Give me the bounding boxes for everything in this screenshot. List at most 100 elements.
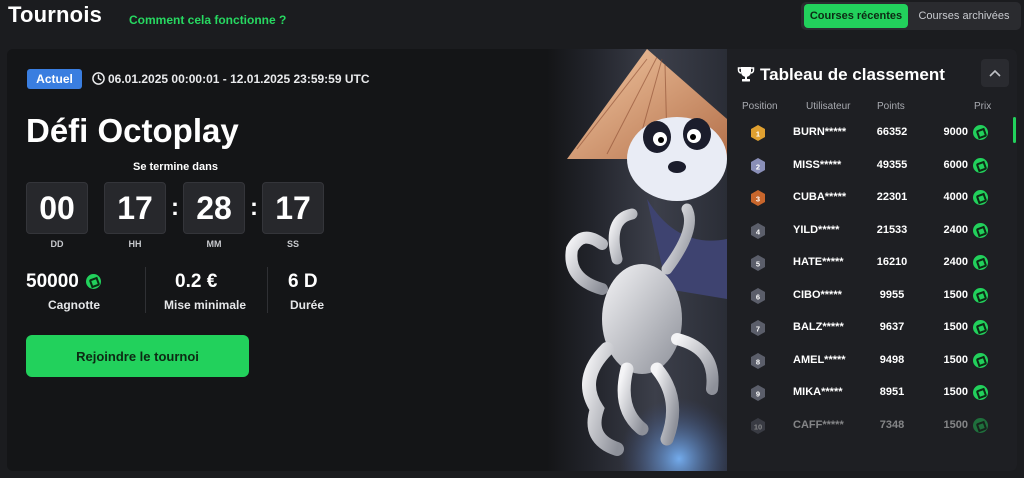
countdown-seconds: 17 (262, 182, 324, 234)
row-prize: 9000 (943, 126, 968, 138)
rank-badge-icon: 3 (751, 190, 765, 206)
rank-badge-icon: 9 (751, 385, 765, 401)
svg-text:5: 5 (756, 259, 760, 268)
row-username: CUBA***** (793, 191, 847, 203)
trophy-icon (737, 67, 755, 82)
collapse-button[interactable] (981, 59, 1009, 87)
tournament-card: Actuel 06.01.2025 00:00:01 - 12.01.2025 … (7, 49, 1017, 471)
rank-badge-icon: 8 (751, 352, 765, 369)
tournament-name: Défi Octoplay (26, 112, 239, 149)
row-username: CIBO***** (793, 288, 842, 301)
rank-badge-icon: 2 (751, 157, 765, 174)
row-points: 8951 (879, 386, 905, 398)
leaderboard-row: 3 CUBA***** 22301 4000 (727, 182, 1017, 214)
leaderboard-row: 9 MIKA***** 8951 1500 (727, 377, 1017, 409)
svg-text:9: 9 (756, 389, 760, 398)
leaderboard-row: 6 CIBO***** 9955 1500 (727, 280, 1017, 312)
coin-icon (86, 274, 102, 290)
leaderboard-row: 7 BALZ***** 9637 1500 (727, 312, 1017, 344)
row-points: 22301 (876, 191, 908, 203)
row-prize: 1500 (943, 353, 968, 366)
leaderboard-row: 5 HATE***** 16210 2400 (727, 247, 1017, 279)
row-username: BURN***** (793, 126, 847, 138)
countdown-seconds-label: SS (286, 239, 299, 249)
rank-badge-icon: 1 (751, 125, 765, 141)
join-tournament-button[interactable]: Rejoindre le tournoi (26, 335, 249, 377)
svg-text:8: 8 (756, 357, 760, 366)
rank-badge-icon: 5 (751, 255, 765, 271)
jackpot-value: 50000 (26, 271, 102, 293)
svg-text:10: 10 (754, 422, 762, 431)
coin-icon (973, 287, 988, 303)
divider (267, 267, 268, 313)
row-prize: 6000 (943, 158, 968, 171)
divider (145, 267, 146, 313)
clock-icon (92, 72, 105, 85)
tab-recent-races[interactable]: Courses récentes (804, 4, 908, 28)
countdown-separator: : (171, 194, 179, 221)
row-username: MIKA***** (793, 386, 843, 398)
column-points: Points (877, 101, 905, 112)
duration-value: 6 D (288, 271, 318, 292)
svg-text:6: 6 (756, 292, 760, 301)
coin-icon (973, 125, 988, 140)
row-points: 49355 (876, 158, 908, 171)
row-points: 21533 (876, 223, 908, 236)
jackpot-amount: 50000 (26, 271, 79, 292)
row-prize: 2400 (943, 223, 968, 236)
row-points: 7348 (879, 418, 905, 431)
coin-icon (973, 255, 988, 270)
rank-badge-icon: 4 (751, 222, 765, 239)
svg-text:7: 7 (756, 324, 760, 333)
column-prize: Prix (974, 101, 992, 112)
coin-icon (973, 417, 988, 433)
leaderboard-row: 8 AMEL***** 9498 1500 (727, 345, 1017, 377)
row-prize: 1500 (943, 288, 968, 301)
countdown-days-label: DD (50, 239, 64, 249)
tab-archived-races[interactable]: Courses archivées (911, 4, 1017, 28)
rank-badge-icon: 10 (751, 417, 765, 434)
row-username: HATE***** (793, 256, 844, 268)
countdown-minutes-label: MM (206, 239, 222, 249)
chevron-up-icon (989, 69, 1001, 77)
leaderboard-row: 10 CAFF***** 7348 1500 (727, 410, 1017, 442)
coin-icon (973, 352, 988, 368)
panda-octopus-illustration (565, 49, 727, 471)
tournament-info: Actuel 06.01.2025 00:00:01 - 12.01.2025 … (7, 49, 547, 471)
min-bet-value: 0.2 € (175, 271, 218, 292)
coin-icon (973, 222, 988, 238)
leaderboard: Tableau de classement Position Utilisate… (727, 49, 1017, 471)
svg-text:1: 1 (756, 129, 760, 138)
row-points: 9955 (879, 288, 905, 301)
leaderboard-title: Tableau de classement (760, 65, 945, 84)
status-badge: Actuel (27, 69, 82, 89)
coin-icon (973, 157, 988, 173)
row-points: 66352 (876, 126, 908, 138)
how-it-works-link[interactable]: Comment cela fonctionne ? (129, 13, 286, 27)
countdown-minutes: 28 (183, 182, 245, 234)
tournament-artwork (547, 49, 727, 471)
row-prize: 2400 (943, 256, 968, 268)
countdown-hours: 17 (104, 182, 166, 234)
countdown-hours-label: HH (128, 239, 142, 249)
countdown-days: 00 (26, 182, 88, 234)
coin-icon (973, 190, 988, 205)
row-prize: 4000 (943, 191, 968, 203)
row-username: AMEL***** (793, 353, 846, 366)
duration-label: Durée (289, 298, 324, 312)
row-prize: 1500 (943, 386, 968, 398)
coin-icon (973, 320, 988, 335)
rank-badge-icon: 6 (751, 287, 765, 304)
row-points: 16210 (876, 256, 908, 268)
coin-icon (973, 385, 988, 400)
min-bet-label: Mise minimale (163, 298, 247, 312)
scrollbar[interactable] (1013, 117, 1016, 143)
row-points: 9637 (879, 321, 905, 333)
rank-badge-icon: 7 (751, 320, 765, 336)
jackpot-label: Cagnotte (48, 298, 100, 312)
race-tabs: Courses récentes Courses archivées (801, 2, 1021, 30)
column-user: Utilisateur (806, 101, 851, 112)
row-prize: 1500 (943, 418, 968, 431)
row-username: MISS***** (793, 158, 842, 171)
row-points: 9498 (879, 353, 905, 366)
